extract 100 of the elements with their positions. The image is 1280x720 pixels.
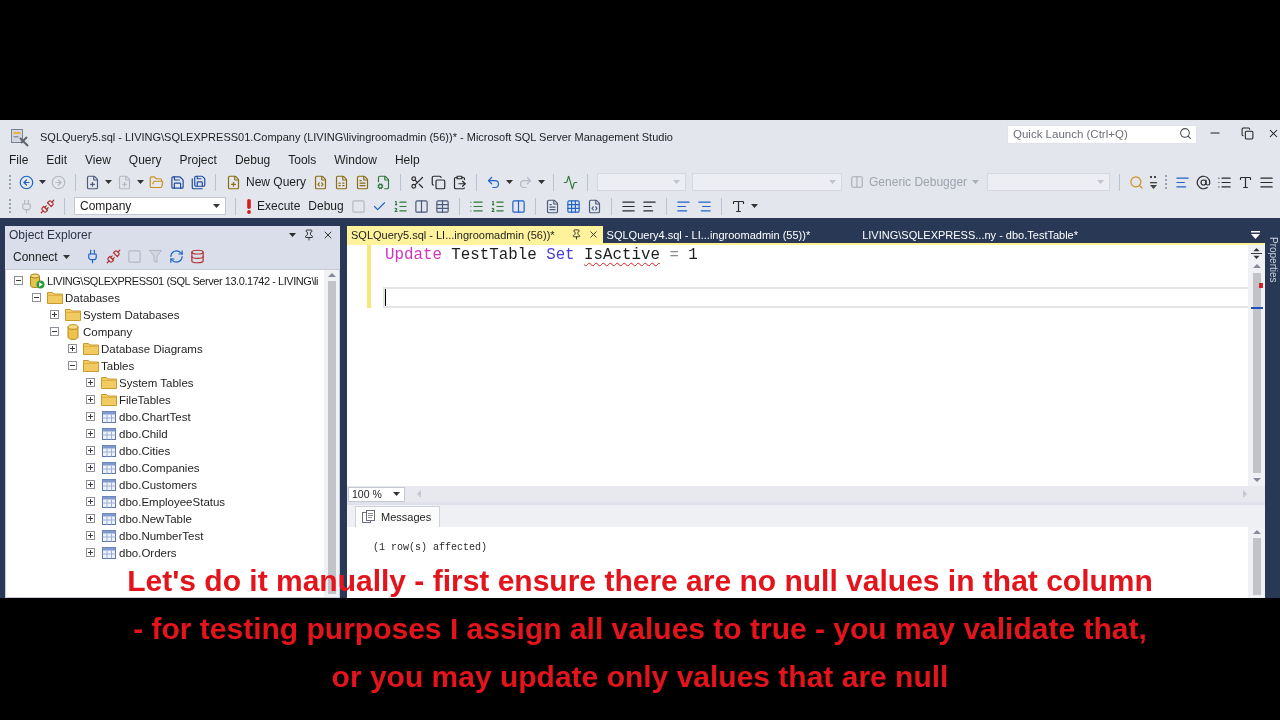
tree-item[interactable]: Tables: [101, 359, 135, 372]
database-select[interactable]: Company: [74, 197, 226, 215]
file-gear-icon[interactable]: [376, 174, 392, 190]
unplug-icon[interactable]: [40, 198, 55, 214]
expand-icon[interactable]: [86, 378, 95, 387]
menu-item[interactable]: Help: [385, 152, 429, 167]
execute-button[interactable]: Execute: [242, 196, 305, 216]
caret-down-icon[interactable]: [137, 180, 144, 184]
text-icon[interactable]: [730, 198, 746, 214]
copy-icon[interactable]: [431, 174, 447, 190]
tree-item[interactable]: dbo.NumberTest: [119, 529, 204, 542]
expand-icon[interactable]: [86, 446, 95, 455]
align-justify-icon[interactable]: [1259, 174, 1275, 190]
menu-item[interactable]: View: [76, 152, 120, 167]
tree-item[interactable]: dbo.ChartTest: [119, 410, 191, 423]
tree-item[interactable]: dbo.EmployeeStatus: [119, 495, 226, 508]
tree-item[interactable]: Databases: [65, 291, 120, 304]
align-left-icon[interactable]: [641, 198, 657, 214]
expand-icon[interactable]: [68, 344, 77, 353]
new-file-icon[interactable]: [85, 174, 100, 190]
back-icon[interactable]: [19, 174, 34, 190]
results-tab[interactable]: Messages: [355, 506, 441, 527]
quick-launch-field[interactable]: Quick Launch (Ctrl+Q): [1007, 124, 1197, 144]
caret-down-icon[interactable]: [1251, 230, 1260, 239]
align-justify-icon[interactable]: [620, 198, 636, 214]
caret-down-icon[interactable]: [393, 492, 400, 496]
tree-item[interactable]: dbo.Orders: [119, 546, 177, 559]
tree-item[interactable]: dbo.Customers: [119, 478, 197, 491]
close-icon[interactable]: [322, 229, 334, 241]
expand-icon[interactable]: [50, 310, 59, 319]
numbered-list-icon[interactable]: [489, 198, 505, 214]
tree-item[interactable]: dbo.Child: [119, 427, 168, 440]
unplug-icon[interactable]: [105, 249, 121, 264]
expand-icon[interactable]: [86, 463, 95, 472]
caret-down-icon[interactable]: [750, 204, 758, 208]
document-tab[interactable]: SQLQuery4.sql - LI...ingroomadmin (55))*: [602, 226, 859, 243]
menu-item[interactable]: Query: [119, 152, 171, 167]
tree-item[interactable]: FileTables: [119, 393, 171, 406]
side-tab[interactable]: Properties: [1268, 234, 1279, 286]
document-tab[interactable]: LIVING\SQLEXPRESS...ny - dbo.TestTable*: [858, 226, 1126, 243]
document-tab[interactable]: SQLQuery5.sql - LI...ingroomadmin (56))*: [347, 226, 603, 243]
expand-icon[interactable]: [86, 429, 95, 438]
text-icon[interactable]: [1238, 174, 1254, 190]
caret-down-icon[interactable]: [538, 180, 546, 184]
connect-button[interactable]: Connect: [9, 246, 74, 267]
expand-icon[interactable]: [86, 514, 95, 523]
expand-icon[interactable]: [86, 531, 95, 540]
expand-icon[interactable]: [86, 412, 95, 421]
split-icon[interactable]: [1251, 248, 1262, 259]
close-icon[interactable]: [587, 229, 599, 240]
collapse-icon[interactable]: [68, 361, 77, 370]
undo-icon[interactable]: [486, 174, 502, 190]
caret-down-icon[interactable]: [213, 204, 220, 208]
activity-icon[interactable]: [563, 174, 579, 190]
tree-item[interactable]: dbo.Companies: [119, 461, 200, 474]
tree-item[interactable]: dbo.NewTable: [119, 512, 192, 525]
columns-icon[interactable]: [510, 198, 526, 214]
search-icon[interactable]: [1179, 127, 1192, 140]
text-file-icon[interactable]: [544, 198, 560, 214]
expand-icon[interactable]: [86, 395, 95, 404]
menu-item[interactable]: Project: [170, 152, 226, 167]
list-icon[interactable]: [1217, 174, 1233, 190]
expand-icon[interactable]: [86, 480, 95, 489]
grid-icon[interactable]: [565, 198, 581, 214]
collapse-icon[interactable]: [50, 327, 59, 336]
collapse-icon[interactable]: [14, 276, 23, 285]
pin-icon[interactable]: [303, 229, 315, 241]
vertical-scrollbar[interactable]: [1248, 527, 1265, 598]
caret-down-icon[interactable]: [506, 180, 514, 184]
save-icon[interactable]: [170, 174, 185, 190]
paste-icon[interactable]: [452, 174, 468, 190]
at-sign-icon[interactable]: [1196, 174, 1212, 190]
tree-item[interactable]: Company: [83, 325, 133, 338]
vertical-scrollbar[interactable]: [1248, 245, 1265, 486]
caret-down-icon[interactable]: [105, 180, 112, 184]
collapse-icon[interactable]: [32, 293, 41, 302]
text-file-icon[interactable]: [355, 174, 371, 190]
tree-item[interactable]: System Tables: [119, 376, 194, 389]
code-file-icon[interactable]: [586, 198, 602, 214]
new-query-button[interactable]: New Query: [222, 172, 311, 192]
align-right-icon[interactable]: [696, 198, 712, 214]
database-icon[interactable]: [189, 249, 205, 264]
refresh-icon[interactable]: [168, 249, 184, 264]
expand-icon[interactable]: [86, 548, 95, 557]
tree-item[interactable]: Database Diagrams: [101, 342, 203, 355]
table-icon[interactable]: [434, 198, 450, 214]
overflow-icon[interactable]: [1150, 175, 1158, 189]
tree-item[interactable]: LIVING\SQLEXPRESS01 (SQL Server 13.0.1742 - LIVING\li: [47, 274, 319, 287]
code-file-icon[interactable]: [313, 174, 329, 190]
menu-item[interactable]: File: [0, 152, 38, 167]
expand-icon[interactable]: [86, 497, 95, 506]
debug-button[interactable]: Debug: [304, 196, 348, 216]
menu-item[interactable]: Window: [325, 152, 386, 167]
columns-icon[interactable]: [413, 198, 429, 214]
save-all-icon[interactable]: [191, 174, 206, 190]
zoom-select[interactable]: 100 %: [348, 486, 405, 502]
restore-icon[interactable]: [1240, 126, 1254, 140]
caret-down-icon[interactable]: [289, 233, 296, 237]
pin-icon[interactable]: [570, 229, 582, 240]
numbered-list-icon[interactable]: [392, 198, 408, 214]
